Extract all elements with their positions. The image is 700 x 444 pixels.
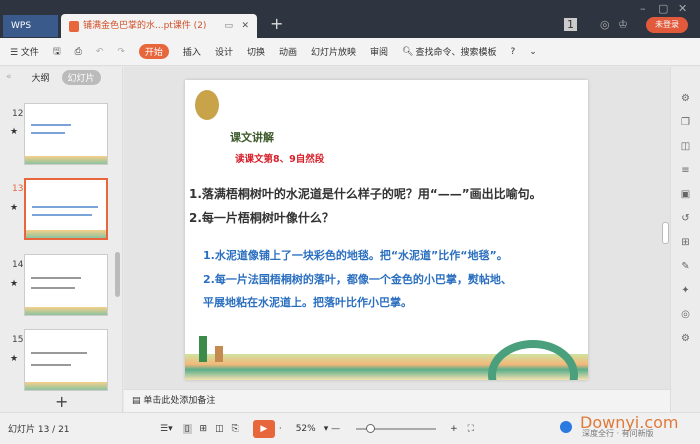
slide-panel: « 大纲 幻灯片 12 ★ 13 ★ 14 ★ 15 ★ (0, 67, 123, 412)
redo-icon[interactable]: ↷ (117, 47, 125, 57)
tab-start[interactable]: 开始 (138, 44, 169, 59)
ribbon-toolbar: ☰ 文件 🖫 ⎙ ↶ ↷ 开始 插入 设计 切换 动画 幻灯片放映 审阅 🔍︎ … (0, 38, 700, 66)
image-icon[interactable]: ▣ (671, 183, 700, 207)
zoom-in-button[interactable]: + (450, 424, 458, 434)
transform-icon[interactable]: ↺ (671, 207, 700, 231)
tab-insert[interactable]: 插入 (183, 45, 201, 58)
close-window-button[interactable]: ✕ (678, 2, 687, 15)
sorter-view-icon[interactable]: ⊞ (200, 424, 208, 434)
slide-count: 幻灯片 13 / 21 (8, 425, 70, 435)
maximize-button[interactable]: ▢ (658, 2, 668, 15)
slide-thumbnail-active[interactable] (24, 178, 108, 240)
tab-animation[interactable]: 动画 (279, 45, 297, 58)
notes-icon: ▤ (132, 396, 144, 406)
adjust-icon[interactable]: ≡ (671, 159, 700, 183)
tree-decoration (199, 336, 207, 362)
slide-number: 13 (12, 184, 24, 194)
object-icon[interactable]: ⊞ (671, 231, 700, 255)
property-icon[interactable]: ⚙ (671, 87, 700, 111)
notes-placeholder: 单击此处添加备注 (143, 396, 216, 406)
ppt-file-icon (69, 21, 79, 32)
tab-slideshow[interactable]: 幻灯片放映 (311, 45, 356, 58)
animation-star-icon: ★ (10, 279, 19, 289)
skin-icon[interactable]: ◎ (600, 18, 610, 31)
panel-scrollbar[interactable] (115, 252, 120, 297)
fit-window-icon[interactable]: ⛶ (468, 424, 474, 434)
collapse-panel-icon[interactable]: « (6, 72, 12, 82)
minimize-button[interactable]: – (640, 2, 646, 15)
reading-view-icon[interactable]: ◫ (215, 424, 224, 434)
copy-icon[interactable]: ❐ (671, 111, 700, 135)
file-menu[interactable]: ☰ 文件 (10, 45, 39, 58)
tool-icon[interactable]: ✎ (671, 255, 700, 279)
workspace-badge[interactable]: 1 (564, 18, 577, 31)
title-bar: WPS 铺满金色巴掌的水...pt课件 (2) ▭ ✕ + 1 ◎ ♔ – ▢ … (0, 0, 700, 38)
tab-review[interactable]: 审阅 (370, 45, 388, 58)
canvas-scrollbar[interactable] (662, 222, 669, 244)
animation-star-icon: ★ (10, 203, 19, 213)
add-slide-button[interactable]: + (55, 392, 68, 411)
right-sidebar: ⚙ ❐ ◫ ≡ ▣ ↺ ⊞ ✎ ✦ ◎ ⚙ (670, 67, 700, 412)
tab-transition[interactable]: 切换 (247, 45, 265, 58)
answer-2: 2.每一片法国梧桐树的落叶，都像一个金色的小巴掌，熨帖地、 (203, 273, 512, 286)
question-1: 1.落满梧桐树叶的水泥道是什么样子的呢？用“——”画出比喻句。 (189, 187, 542, 201)
slide-number: 12 (12, 109, 24, 119)
tab-document[interactable]: 铺满金色巴掌的水...pt课件 (2) ▭ ✕ (61, 14, 257, 38)
house-decoration (215, 346, 223, 362)
notes-toggle-icon[interactable]: ☰▾ (160, 424, 173, 434)
tab-outline[interactable]: 大纲 (32, 71, 50, 84)
pin-icon[interactable]: ▭ (224, 14, 233, 38)
animation-icon[interactable]: ✦ (671, 279, 700, 303)
shirt-icon[interactable]: ♔ (618, 18, 628, 31)
zoom-slider[interactable] (356, 423, 437, 433)
close-tab-icon[interactable]: ✕ (241, 14, 249, 38)
slide-thumbnail[interactable] (24, 329, 108, 391)
collapse-ribbon-icon[interactable]: ⌄ (529, 47, 537, 57)
tab-slides[interactable]: 幻灯片 (61, 69, 101, 85)
tab-document-label: 铺满金色巴掌的水...pt课件 (2) (83, 21, 207, 31)
animation-star-icon: ★ (10, 354, 19, 364)
slide-number: 14 (12, 260, 24, 270)
notes-area[interactable]: ▤ 单击此处添加备注 (124, 389, 670, 412)
presenter-icon[interactable]: ⎘ (232, 424, 239, 434)
assistant-icon[interactable] (560, 421, 572, 433)
play-button[interactable]: ▶ (252, 419, 275, 438)
search-command[interactable]: 查找命令、搜索模板 (415, 45, 496, 58)
tab-design[interactable]: 设计 (215, 45, 233, 58)
answer-1: 1.水泥道像铺上了一块彩色的地毯。把“水泥道”比作“地毯”。 (203, 249, 508, 262)
animation-star-icon: ★ (10, 127, 19, 137)
effect-icon[interactable]: ◎ (671, 303, 700, 327)
slide-subtitle: 读课文第8、9自然段 (235, 154, 325, 165)
login-button[interactable]: 未登录 (646, 17, 688, 33)
save-icon[interactable]: 🖫 (53, 44, 61, 60)
slide-thumbnail[interactable] (24, 254, 108, 316)
new-tab-button[interactable]: + (270, 14, 283, 33)
watermark-subtext: 深度全行 · 有问新版 (582, 429, 654, 438)
answer-3: 平展地粘在水泥道上。把落叶比作小巴掌。 (203, 296, 412, 309)
slide-number: 15 (12, 335, 24, 345)
help-button[interactable]: ? (510, 47, 515, 57)
undo-icon[interactable]: ↶ (96, 47, 104, 57)
search-icon: 🔍︎ (402, 46, 414, 57)
question-2: 2.每一片梧桐树叶像什么？ (189, 211, 334, 225)
settings-icon[interactable]: ⚙ (671, 327, 700, 351)
decorative-arc (488, 340, 578, 380)
normal-view-icon[interactable]: ▯ (182, 423, 192, 434)
books-icon (195, 90, 219, 120)
slide-title: 课文讲解 (230, 131, 274, 144)
zoom-out-button[interactable]: ▾ — (324, 424, 340, 434)
shape-icon[interactable]: ◫ (671, 135, 700, 159)
print-icon[interactable]: ⎙ (75, 47, 82, 57)
zoom-level[interactable]: 52% (296, 424, 316, 434)
slide-thumbnail[interactable] (24, 103, 108, 165)
slide[interactable]: 课文讲解 读课文第8、9自然段 1.落满梧桐树叶的水泥道是什么样子的呢？用“——… (185, 80, 588, 380)
play-options-icon[interactable]: · (279, 424, 282, 434)
tab-wps[interactable]: WPS (3, 15, 58, 37)
